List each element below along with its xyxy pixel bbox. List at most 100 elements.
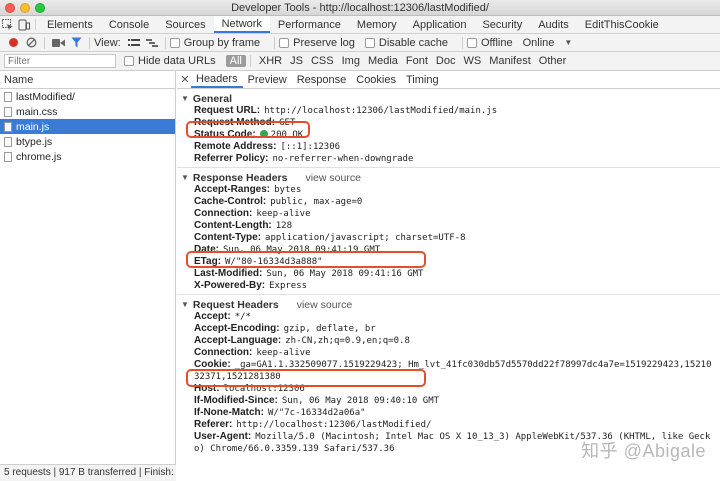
chevron-down-icon[interactable]: ▼: [564, 38, 572, 47]
header-value: Express: [269, 281, 308, 291]
triangle-down-icon: ▼: [181, 173, 189, 182]
request-name: btype.js: [16, 135, 53, 148]
filter-type-ws[interactable]: WS: [459, 55, 485, 67]
filter-input[interactable]: [4, 54, 116, 68]
tab-elements[interactable]: Elements: [39, 16, 101, 33]
large-request-rows-button[interactable]: [125, 36, 143, 50]
disable-cache-checkbox[interactable]: Disable cache: [364, 37, 452, 49]
filter-type-doc[interactable]: Doc: [432, 55, 460, 67]
filter-type-all[interactable]: All: [225, 55, 246, 67]
request-row-main-js[interactable]: main.js: [0, 119, 175, 134]
request-list: Name lastModified/ main.css main.js btyp…: [0, 71, 176, 481]
request-row-chrome-js[interactable]: chrome.js: [0, 149, 175, 164]
header-row: Connection: keep-alive: [177, 347, 720, 359]
tab-cookies[interactable]: Cookies: [351, 71, 401, 88]
checkbox-box[interactable]: [466, 37, 477, 48]
clear-icon: [26, 37, 36, 48]
divider: [274, 36, 276, 49]
request-name: main.css: [16, 105, 58, 118]
header-value: http://localhost:12306/lastModified/main…: [264, 106, 498, 116]
tab-preview[interactable]: Preview: [243, 71, 292, 88]
preserve-log-checkbox[interactable]: Preserve log: [279, 37, 359, 49]
overview-button[interactable]: [143, 36, 161, 50]
record-button[interactable]: [4, 36, 22, 50]
tab-headers[interactable]: Headers: [191, 71, 243, 88]
header-value: application/javascript; charset=UTF-8: [265, 233, 466, 243]
details-tabbar: ✕ Headers Preview Response Cookies Timin…: [177, 71, 720, 89]
filter-type-xhr[interactable]: XHR: [255, 55, 286, 67]
header-key: User-Agent:: [194, 431, 252, 442]
filter-type-img[interactable]: Img: [338, 55, 364, 67]
file-icon: [4, 151, 12, 162]
header-row: Accept: */*: [177, 311, 720, 323]
header-value: no-referrer-when-downgrade: [272, 154, 414, 164]
header-row: If-Modified-Since: Sun, 06 May 2018 09:40…: [177, 395, 720, 407]
header-value: 128: [275, 221, 293, 231]
tab-editthiscookie[interactable]: EditThisCookie: [577, 16, 667, 33]
view-source-link[interactable]: view source: [297, 299, 352, 311]
tab-response[interactable]: Response: [292, 71, 352, 88]
header-key: Content-Length:: [194, 220, 272, 231]
tab-network[interactable]: Network: [213, 16, 270, 33]
throttling-select[interactable]: Online: [523, 37, 555, 49]
filter-type-css[interactable]: CSS: [307, 55, 338, 67]
divider: [461, 36, 463, 49]
devtools-panel-tabbar: Elements Console Sources Network Perform…: [0, 16, 720, 34]
response-headers-section-header[interactable]: ▼ Response Headers view source: [177, 171, 720, 184]
network-filter-bar: Hide data URLs All XHR JS CSS Img Media …: [0, 52, 720, 71]
checkbox-box[interactable]: [364, 37, 375, 48]
view-source-link[interactable]: view source: [305, 172, 360, 184]
header-key: X-Powered-By:: [194, 280, 266, 291]
filter-type-font[interactable]: Font: [402, 55, 432, 67]
request-name: chrome.js: [16, 150, 62, 163]
tab-sources[interactable]: Sources: [157, 16, 213, 33]
tab-audits[interactable]: Audits: [530, 16, 577, 33]
divider: [89, 36, 90, 49]
offline-checkbox[interactable]: Offline: [466, 37, 517, 49]
divider: [35, 19, 36, 30]
filter-type-other[interactable]: Other: [535, 55, 571, 67]
checkbox-box[interactable]: [124, 56, 134, 66]
hide-data-urls-checkbox[interactable]: Hide data URLs: [124, 55, 220, 67]
header-value: public, max-age=0: [270, 197, 363, 207]
filter-type-js[interactable]: JS: [286, 55, 307, 67]
clear-button[interactable]: [22, 36, 40, 50]
header-key: Accept-Ranges:: [194, 184, 271, 195]
filter-toggle-button[interactable]: [67, 36, 85, 50]
name-column-header[interactable]: Name: [0, 71, 175, 89]
checkbox-box[interactable]: [169, 37, 180, 48]
triangle-down-icon: ▼: [181, 300, 189, 309]
general-section-header[interactable]: ▼ General: [177, 92, 720, 105]
header-row: Accept-Ranges: bytes: [177, 184, 720, 196]
group-by-frame-label: Group by frame: [183, 36, 261, 49]
header-row: Accept-Encoding: gzip, deflate, br: [177, 323, 720, 335]
header-key: Referrer Policy:: [194, 153, 269, 164]
divider: [44, 36, 45, 49]
header-row: Last-Modified: Sun, 06 May 2018 09:41:16 …: [177, 268, 720, 280]
record-icon: [8, 38, 18, 47]
request-row-main-css[interactable]: main.css: [0, 104, 175, 119]
filter-type-manifest[interactable]: Manifest: [485, 55, 535, 67]
divider: [177, 294, 720, 295]
file-icon: [4, 106, 12, 117]
device-toolbar-icon[interactable]: [16, 16, 32, 33]
tab-console[interactable]: Console: [101, 16, 157, 33]
group-by-frame-checkbox[interactable]: Group by frame: [169, 36, 264, 49]
request-row-lastmodified[interactable]: lastModified/: [0, 89, 175, 104]
tab-memory[interactable]: Memory: [349, 16, 405, 33]
tab-application[interactable]: Application: [405, 16, 475, 33]
inspect-element-icon[interactable]: [0, 16, 16, 33]
capture-screenshots-button[interactable]: [49, 36, 67, 50]
tab-timing[interactable]: Timing: [401, 71, 444, 88]
request-headers-section-header[interactable]: ▼ Request Headers view source: [177, 298, 720, 311]
filter-type-media[interactable]: Media: [364, 55, 402, 67]
tab-performance[interactable]: Performance: [270, 16, 349, 33]
request-row-btype-js[interactable]: btype.js: [0, 134, 175, 149]
tab-security[interactable]: Security: [474, 16, 530, 33]
close-icon[interactable]: ✕: [179, 71, 191, 88]
header-key: Referer:: [194, 419, 233, 430]
header-value: gzip, deflate, br: [283, 324, 376, 334]
divider: [164, 36, 166, 49]
checkbox-box[interactable]: [279, 37, 290, 48]
header-key: Remote Address:: [194, 141, 277, 152]
